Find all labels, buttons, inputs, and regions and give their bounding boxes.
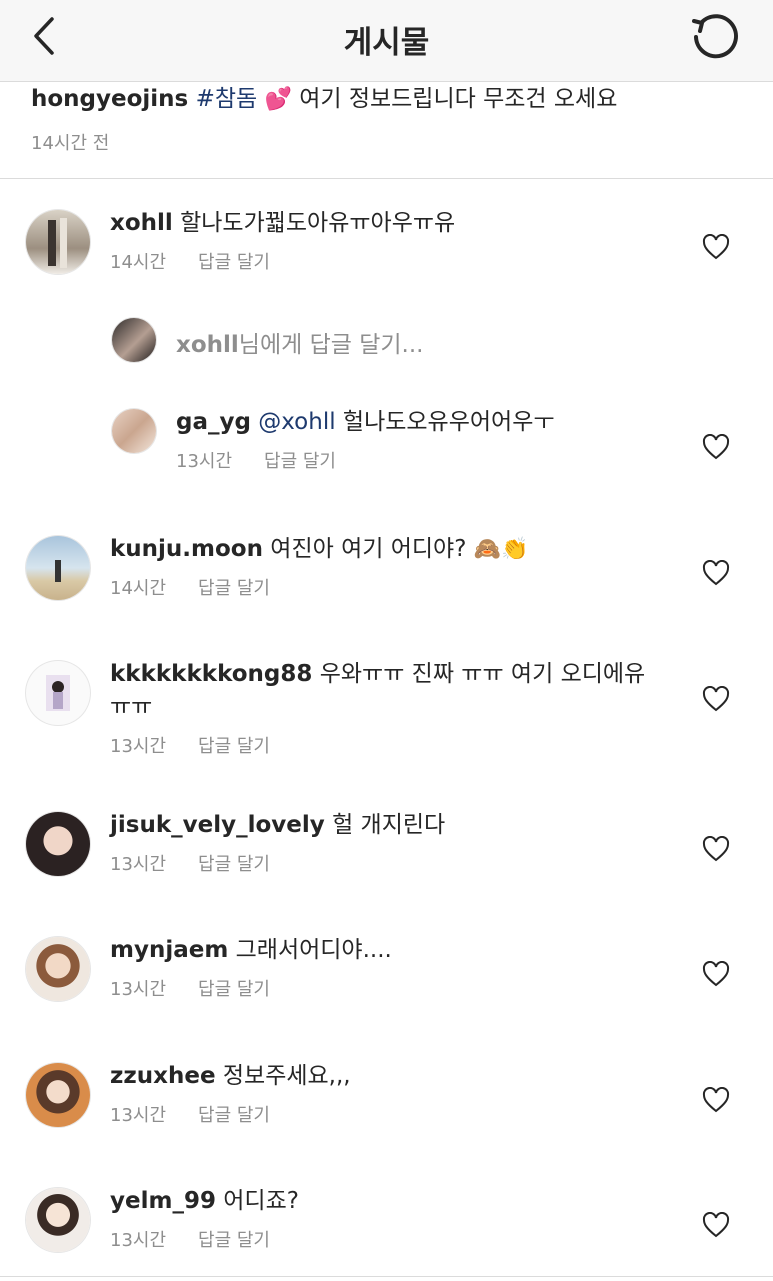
avatar[interactable] [26, 1063, 90, 1127]
comment-username[interactable]: kunju.moon [110, 536, 263, 562]
comment-body: 헐 개지린다 [332, 812, 446, 838]
comment-username[interactable]: zzuxhee [110, 1063, 216, 1089]
comment-text: kkkkkkkkong88 우와ㅠㅠ 진짜 ㅠㅠ 여기 오디에유 ㅠㅠ [110, 658, 670, 724]
my-avatar [112, 318, 156, 362]
reply-button[interactable]: 답글 달기 [198, 248, 270, 274]
post-caption: hongyeojins #참돔 💕 여기 정보드립니다 무조건 오세요 14시간… [31, 82, 751, 155]
comment-timestamp: 13시간 [110, 1230, 167, 1251]
avatar[interactable] [26, 812, 90, 876]
comment-mention[interactable]: @xohll [258, 409, 335, 435]
top-navigation-bar: 게시물 [0, 0, 773, 82]
comment-body: 어디죠? [223, 1188, 299, 1214]
comment-emoji: 🙈👏 [473, 537, 529, 562]
heart-icon[interactable] [702, 1212, 730, 1238]
comment-text: zzuxhee 정보주세요,,, [110, 1060, 670, 1093]
reply-button[interactable]: 답글 달기 [198, 574, 270, 600]
comment-text: yelm_99 어디죠? [110, 1185, 670, 1218]
comment-text: xohll 할나도가꿟도아유ㅠ아우ㅠ유 [110, 207, 670, 240]
comment-body: 여진아 여기 어디야? [270, 536, 467, 562]
comment-text: jisuk_vely_lovely 헐 개지린다 [110, 809, 670, 842]
comment-username[interactable]: jisuk_vely_lovely [110, 812, 325, 838]
comment-timestamp: 14시간 [110, 252, 167, 273]
refresh-icon [692, 14, 738, 59]
heart-icon[interactable] [702, 961, 730, 987]
comment-timestamp: 13시간 [176, 451, 233, 472]
comment-username[interactable]: xohll [110, 210, 173, 236]
avatar[interactable] [26, 536, 90, 600]
comment-text: ga_yg @xohll 헐나도오유우어어우ㅜ [176, 406, 736, 439]
heart-icon[interactable] [702, 1087, 730, 1113]
comment-timestamp: 13시간 [110, 979, 167, 1000]
caption-username[interactable]: hongyeojins [31, 86, 188, 112]
profile-photo [46, 675, 70, 711]
heart-icon[interactable] [702, 836, 730, 862]
reply-button[interactable]: 답글 달기 [198, 732, 270, 758]
reply-button[interactable]: 답글 달기 [198, 975, 270, 1001]
heart-icon[interactable] [702, 686, 730, 712]
heart-icon[interactable] [702, 560, 730, 586]
divider [0, 1276, 773, 1277]
heart-icon[interactable] [702, 434, 730, 460]
comment-body: 할나도가꿟도아유ㅠ아우ㅠ유 [180, 210, 456, 236]
comment-username[interactable]: mynjaem [110, 937, 228, 963]
comment-body: 그래서어디야.... [235, 937, 392, 963]
divider [0, 178, 773, 179]
reply-button[interactable]: 답글 달기 [198, 850, 270, 876]
avatar[interactable] [26, 937, 90, 1001]
comment-text: kunju.moon 여진아 여기 어디야? 🙈👏 [110, 533, 670, 566]
comment-timestamp: 13시간 [110, 854, 167, 875]
caption-text: hongyeojins #참돔 💕 여기 정보드립니다 무조건 오세요 [31, 82, 751, 117]
comment-timestamp: 13시간 [110, 736, 167, 757]
refresh-button[interactable] [684, 8, 744, 66]
reply-button[interactable]: 답글 달기 [198, 1101, 270, 1127]
reply-target-username: xohll [176, 332, 239, 358]
caption-timestamp: 14시간 전 [31, 133, 110, 154]
page-title: 게시물 [343, 25, 430, 61]
comment-username[interactable]: kkkkkkkkong88 [110, 661, 312, 687]
caption-hashtag[interactable]: #참돔 [196, 86, 258, 112]
avatar[interactable] [26, 1188, 90, 1252]
caption-emoji: 💕 [264, 87, 292, 112]
reply-input[interactable]: xohll님에게 답글 달기... [176, 325, 423, 359]
comment-body: 정보주세요,,, [222, 1063, 351, 1089]
comment-text: mynjaem 그래서어디야.... [110, 934, 670, 967]
avatar[interactable] [26, 661, 90, 725]
caption-body: 여기 정보드립니다 무조건 오세요 [299, 86, 618, 112]
comment-timestamp: 13시간 [110, 1105, 167, 1126]
avatar[interactable] [112, 409, 156, 453]
comment-body: 헐나도오유우어어우ㅜ [342, 409, 555, 435]
heart-icon[interactable] [702, 234, 730, 260]
profile-photo [48, 218, 67, 268]
comment-username[interactable]: yelm_99 [110, 1188, 216, 1214]
reply-button[interactable]: 답글 달기 [264, 447, 336, 473]
reply-button[interactable]: 답글 달기 [198, 1226, 270, 1252]
comment-username[interactable]: ga_yg [176, 409, 251, 435]
reply-placeholder: 님에게 답글 달기... [238, 332, 424, 358]
profile-photo [55, 560, 61, 582]
comment-timestamp: 14시간 [110, 578, 167, 599]
avatar[interactable] [26, 210, 90, 274]
